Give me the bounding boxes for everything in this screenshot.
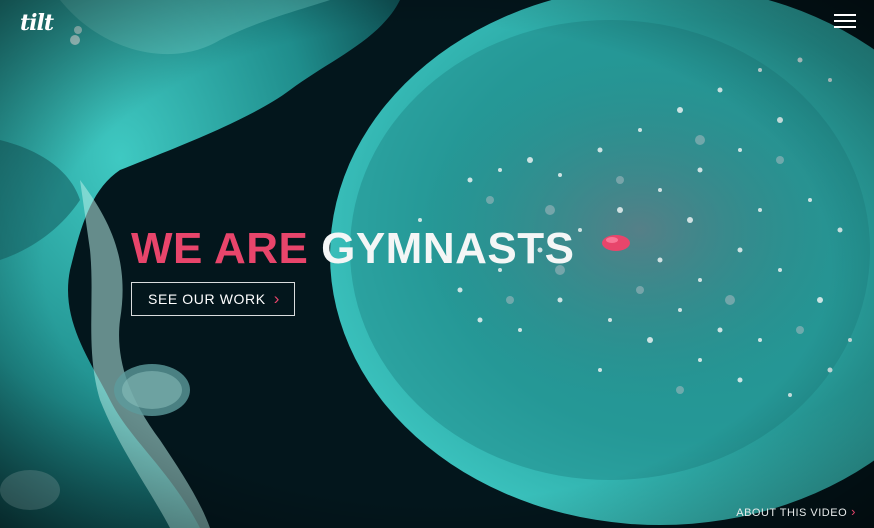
hero-headline: WE ARE GYMNASTS xyxy=(131,223,574,275)
cta-label: SEE OUR WORK xyxy=(148,291,266,307)
headline-accent: WE ARE xyxy=(131,224,309,273)
chevron-right-icon: › xyxy=(273,289,280,308)
chevron-right-icon: › xyxy=(851,504,856,519)
see-our-work-button[interactable]: SEE OUR WORK › xyxy=(131,282,295,316)
about-this-video-link[interactable]: ABOUT THIS VIDEO › xyxy=(736,504,856,519)
headline-main: GYMNASTS xyxy=(321,224,575,273)
hamburger-menu-icon[interactable] xyxy=(834,12,856,30)
about-label: ABOUT THIS VIDEO xyxy=(736,507,848,519)
hero-section: tilt WE ARE GYMNASTS SEE OUR WORK › ABOU… xyxy=(0,0,874,528)
logo[interactable]: tilt xyxy=(20,10,54,36)
